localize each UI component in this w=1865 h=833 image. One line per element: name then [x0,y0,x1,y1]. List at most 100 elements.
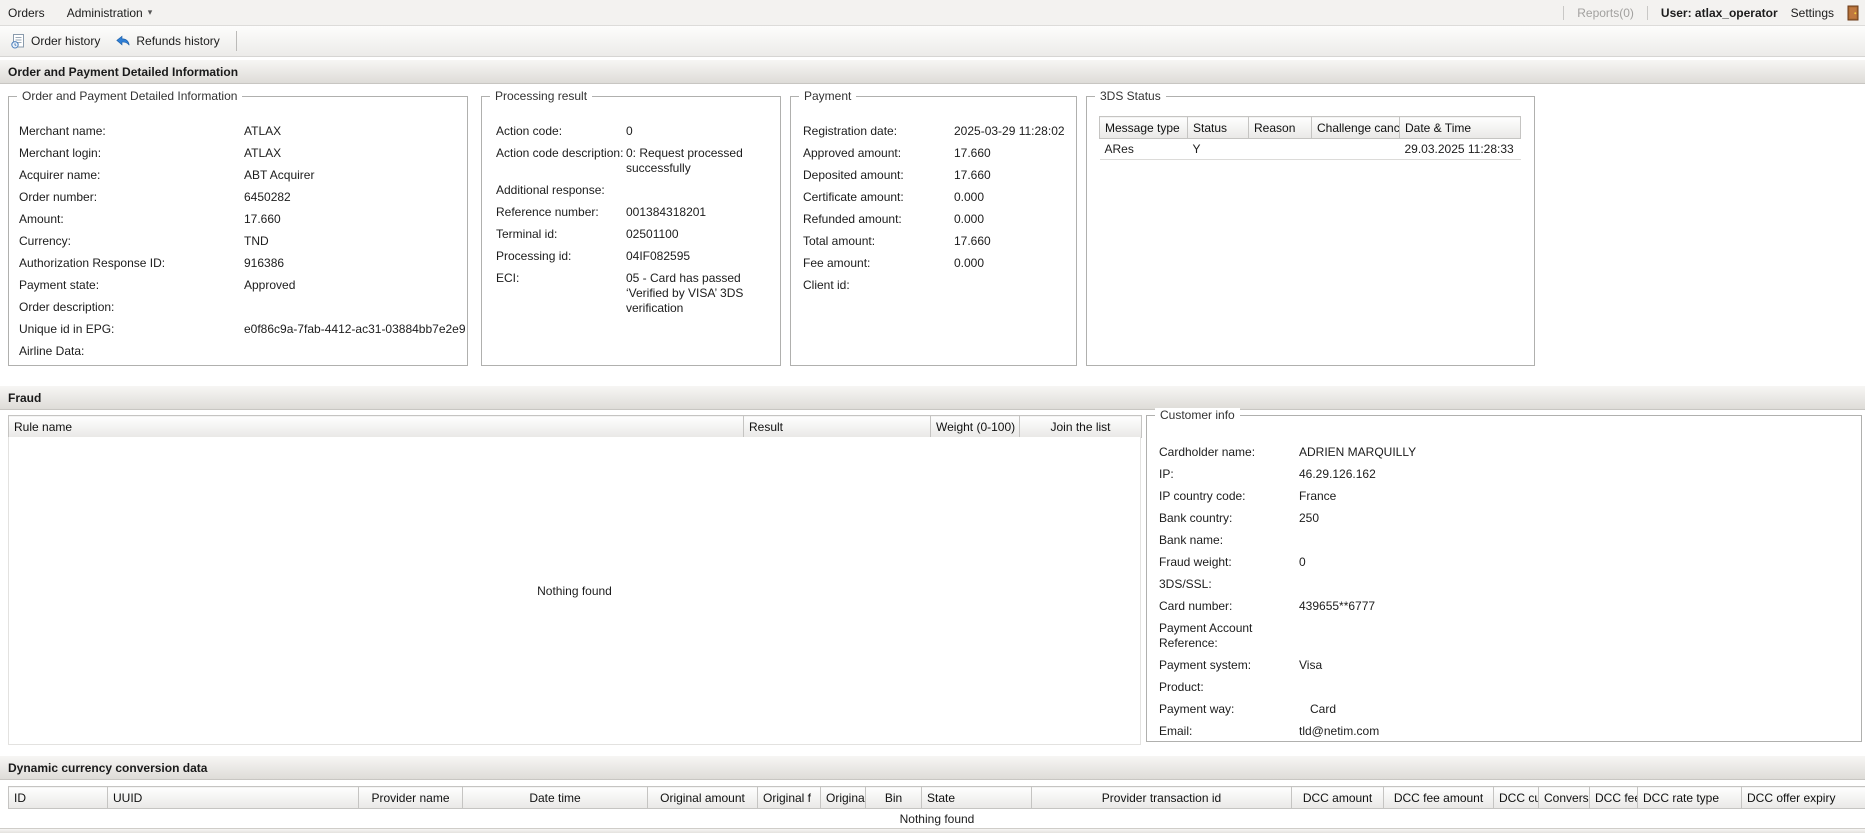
field-row-payment-way: Payment way: Card [1159,699,1849,721]
column-header-original-currency: Original c [820,786,866,809]
tds-status-legend: 3DS Status [1095,89,1166,103]
field-label: IP country code: [1159,489,1246,503]
tds-status-fieldset: 3DS Status Message type Status Reason Ch… [1086,89,1535,366]
field-row-unique-id-epg: Unique id in EPG: e0f86c9a-7fab-4412-ac31… [19,319,466,341]
field-row-eci: ECI: 05 - Card has passed ‘Verified by VI… [496,268,770,320]
field-row-client-id: Client id: [803,275,1066,297]
column-header-provider-transaction-id: Provider transaction id [1031,786,1292,809]
current-user-label: User: atlax_operator [1660,5,1778,20]
field-row-product: Product: [1159,677,1849,699]
menubar: Orders Administration ▾ Reports(0) User:… [0,0,1865,26]
field-row-bank-name: Bank name: [1159,530,1849,552]
order-history-button[interactable]: Order history [5,29,110,53]
column-header-rule-name: Rule name [8,415,744,438]
field-label: Terminal id: [496,227,558,241]
field-row-terminal-id: Terminal id: 02501100 [496,224,770,246]
field-row-payment-system: Payment system: Visa [1159,655,1849,677]
column-header-original-amount: Original amount [647,786,758,809]
field-row-ip: IP: 46.29.126.162 [1159,464,1849,486]
field-row-airline-data: Airline Data: [19,341,457,363]
cell-reason [1248,138,1312,160]
field-row-payment-account-reference: Payment Account Reference: [1159,618,1849,655]
field-value: Card [1310,702,1337,716]
field-label: Airline Data: [19,344,85,358]
field-row-amount: Amount: 17.660 [19,209,457,231]
refunds-history-button[interactable]: Refunds history [110,29,229,53]
fraud-empty-message: Nothing found [537,583,612,598]
dcc-empty-message: Nothing found [8,808,1865,830]
field-value: Approved [244,278,296,292]
table-header-row: ID UUID Provider name Date time Original… [8,786,1865,809]
menubar-item-orders[interactable]: Orders [8,6,45,20]
column-header-dcc-fee: DCC fee [1589,786,1638,809]
menu-administration-label: Administration [66,5,143,20]
table-header-row: Message type Status Reason Challenge can… [1099,116,1521,139]
field-row-deposited-amount: Deposited amount: 17.660 [803,165,1066,187]
field-value: ABT Acquirer [244,168,315,182]
menubar-right: Reports(0) User: atlax_operator Settings [1563,5,1859,21]
field-label: Authorization Response ID: [19,256,166,270]
table-row[interactable]: ARes Y 29.03.2025 11:28:33 [1099,138,1521,160]
separator [1563,5,1565,20]
cell-challenge-cancel [1311,138,1400,160]
field-label: Amount: [19,212,64,226]
processing-result-legend: Processing result [490,89,593,103]
field-value: 916386 [244,256,285,270]
field-value: 0 [626,124,633,138]
column-header-message-type: Message type [1099,116,1188,139]
table-empty-row: Nothing found [8,808,1865,830]
field-value: TND [244,234,269,248]
field-value: 0.000 [954,190,985,204]
refunds-history-label: Refunds history [136,34,220,48]
field-label: Bank country: [1159,511,1233,525]
column-header-state: State [921,786,1032,809]
field-label: Deposited amount: [803,168,904,182]
order-info-legend: Order and Payment Detailed Information [17,89,243,103]
chevron-down-icon: ▾ [147,7,153,17]
field-row-order-description: Order description: [19,297,457,319]
field-label: 3DS/SSL: [1159,577,1212,591]
refund-arrow-icon [115,33,131,49]
field-label: Processing id: [496,249,572,263]
field-row-ip-country-code: IP country code: France [1159,486,1849,508]
field-row-processing-id: Processing id: 04IF082595 [496,246,770,268]
field-value: 05 - Card has passed ‘Verified by VISA’ … [626,271,744,315]
column-header-bin: Bin [865,786,922,809]
field-row-merchant-name: Merchant name: ATLAX [19,121,457,143]
field-value: 17.660 [244,212,281,226]
field-row-fee-amount: Fee amount: 0.000 [803,253,1066,275]
bottom-section-strip [0,828,1865,833]
payment-legend: Payment [799,89,857,103]
settings-link[interactable]: Settings [1791,6,1834,20]
column-header-provider-name: Provider name [358,786,463,809]
field-value: 17.660 [954,146,991,160]
field-label: Unique id in EPG: [19,322,115,336]
field-row-currency: Currency: TND [19,231,457,253]
field-label: Order number: [19,190,98,204]
field-row-3ds-ssl: 3DS/SSL: [1159,574,1849,596]
field-label: Merchant login: [19,146,102,160]
field-row-card-number: Card number: 439655**6777 [1159,596,1849,618]
field-label: Bank name: [1159,533,1224,547]
customer-info-legend: Customer info [1155,408,1240,422]
logout-door-icon[interactable] [1847,5,1859,21]
tds-status-table: Message type Status Reason Challenge can… [1099,116,1521,160]
field-label: Order description: [19,300,115,314]
field-row-additional-response: Additional response: [496,180,770,202]
field-label: Payment way: [1159,702,1235,716]
field-value: 17.660 [954,234,991,248]
field-value: 6450282 [244,190,291,204]
field-label: Fee amount: [803,256,871,270]
menubar-item-administration[interactable]: Administration ▾ [67,6,153,20]
field-row-merchant-login: Merchant login: ATLAX [19,143,457,165]
order-info-fieldset: Order and Payment Detailed Information M… [8,89,468,366]
field-row-payment-state: Payment state: Approved [19,275,457,297]
field-value: 2025-03-29 11:28:02 [954,124,1065,138]
field-value: e0f86c9a-7fab-4412-ac31-03884bb7e2e9 [244,322,466,336]
field-value: 0.000 [954,212,985,226]
dcc-table: ID UUID Provider name Date time Original… [8,786,1865,830]
field-value: 0: Request processed successfully [626,146,743,175]
order-details-page: Orders Administration ▾ Reports(0) User:… [0,0,1865,833]
field-value: 250 [1299,511,1320,525]
field-row-certificate-amount: Certificate amount: 0.000 [803,187,1066,209]
